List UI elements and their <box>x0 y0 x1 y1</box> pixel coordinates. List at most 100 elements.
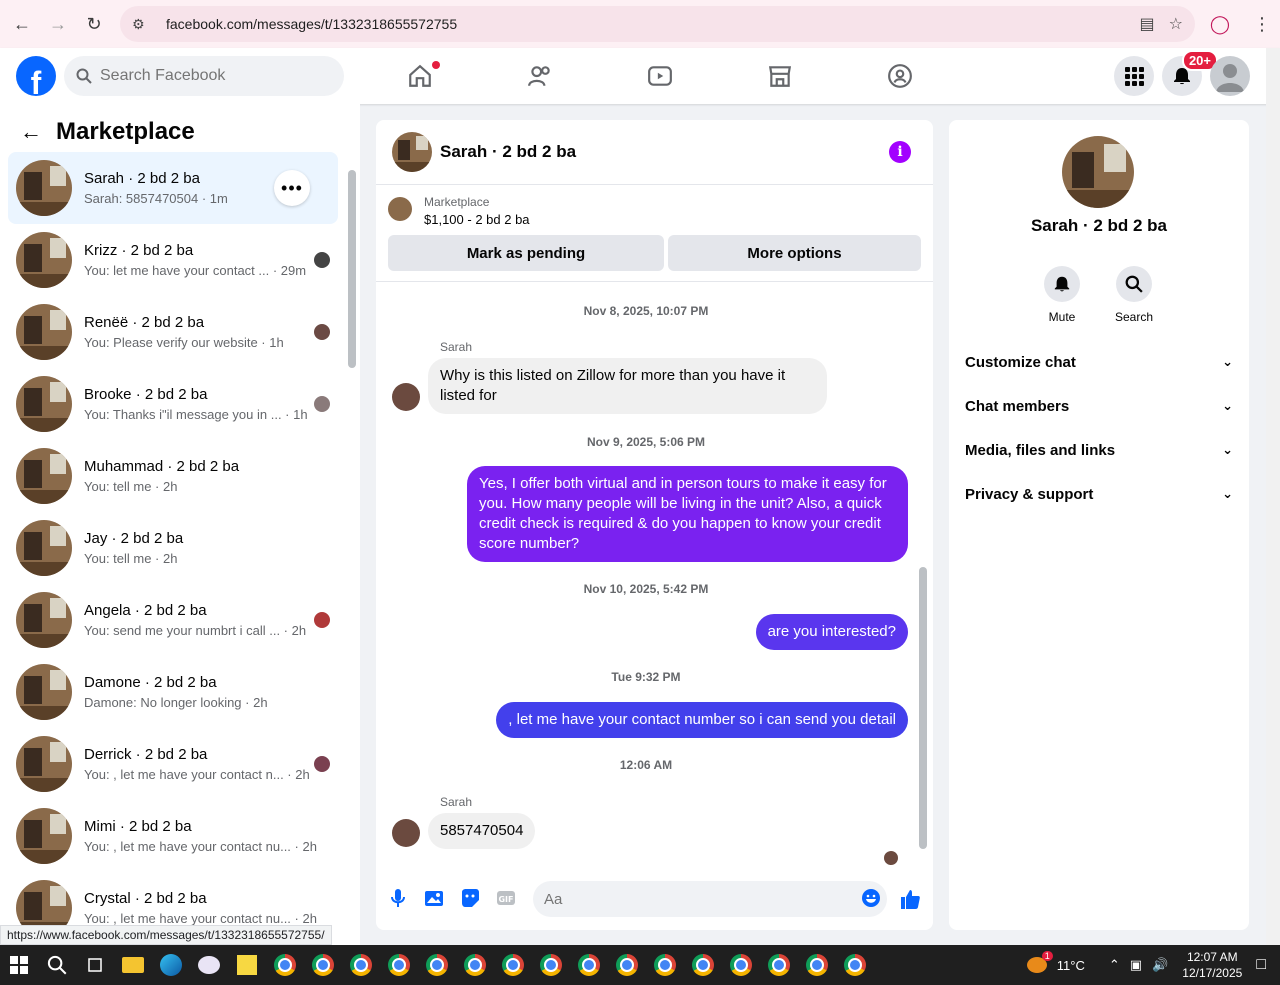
sticker-icon[interactable] <box>460 888 480 908</box>
message-thread: Nov 8, 2025, 10:07 PM Sarah Why is this … <box>376 283 933 865</box>
search-icon[interactable] <box>38 945 76 985</box>
outgoing-message[interactable]: Yes, I offer both virtual and in person … <box>467 466 908 562</box>
grid-icon <box>1125 67 1144 86</box>
reload-icon[interactable]: ↻ <box>76 6 112 42</box>
privacy-support-section[interactable]: Privacy & support ⌄ <box>965 472 1233 516</box>
paint-app-icon[interactable] <box>190 945 228 985</box>
tab-video[interactable] <box>600 48 720 104</box>
chrome-icon[interactable] <box>760 945 798 985</box>
chevron-up-icon[interactable]: ⌃ <box>1109 957 1120 973</box>
url-text[interactable]: facebook.com/messages/t/1332318655572755 <box>166 16 457 32</box>
outgoing-message[interactable]: , let me have your contact number so i c… <box>496 702 908 738</box>
facebook-logo[interactable]: f <box>16 56 56 96</box>
sender-avatar[interactable] <box>392 819 420 847</box>
task-view-icon[interactable] <box>76 945 114 985</box>
browser-toolbar: ← → ↻ ⚙ facebook.com/messages/t/13323186… <box>0 0 1280 48</box>
listing-thumbnail-large[interactable] <box>1062 136 1134 208</box>
tab-home[interactable] <box>360 48 480 104</box>
profile-icon[interactable]: ◯ <box>1202 6 1238 42</box>
mute-action[interactable]: Mute <box>1032 266 1092 324</box>
forward-icon[interactable]: → <box>40 6 76 42</box>
sender-avatar[interactable] <box>392 383 420 411</box>
notifications-button[interactable]: 20+ <box>1162 50 1218 96</box>
temperature[interactable]: 11°C <box>1057 958 1085 973</box>
outgoing-message[interactable]: are you interested? <box>755 614 908 650</box>
customize-chat-section[interactable]: Customize chat ⌄ <box>965 340 1233 384</box>
chrome-icon[interactable] <box>608 945 646 985</box>
menu-grid-button[interactable] <box>1114 56 1154 96</box>
chrome-icon[interactable] <box>456 945 494 985</box>
bookmark-star-icon[interactable]: ☆ <box>1169 14 1183 34</box>
media-files-section[interactable]: Media, files and links ⌄ <box>965 428 1233 472</box>
conversation-item[interactable]: Mimi · 2 bd 2 ba You: , let me have your … <box>8 800 338 872</box>
like-thumb-icon[interactable] <box>899 888 921 910</box>
listing-thumbnail <box>16 736 72 792</box>
conversation-item[interactable]: Jay · 2 bd 2 ba You: tell me · 2h <box>8 512 338 584</box>
chrome-icon[interactable] <box>570 945 608 985</box>
chat-header[interactable]: Sarah · 2 bd 2 ba i <box>376 120 933 185</box>
chrome-icon[interactable] <box>684 945 722 985</box>
info-icon[interactable]: i <box>889 141 911 163</box>
tab-friends[interactable] <box>480 48 600 104</box>
back-icon[interactable]: ← <box>4 6 40 42</box>
clock[interactable]: 12:07 AM 12/17/2025 <box>1182 949 1242 981</box>
chrome-icon[interactable] <box>722 945 760 985</box>
mark-pending-button[interactable]: Mark as pending <box>388 235 664 271</box>
account-avatar[interactable] <box>1210 56 1250 96</box>
volume-icon[interactable]: 🔊 <box>1152 957 1168 973</box>
network-icon[interactable]: ▣ <box>1130 957 1142 973</box>
search-bar[interactable] <box>64 56 344 96</box>
chat-scrollbar[interactable] <box>917 285 929 865</box>
conversation-item[interactable]: Brooke · 2 bd 2 ba You: Thanks i"il messa… <box>8 368 338 440</box>
page-scrollbar[interactable] <box>1266 48 1280 945</box>
listing-thumbnail <box>16 808 72 864</box>
sticky-notes-icon[interactable] <box>228 945 266 985</box>
tab-groups[interactable] <box>840 48 960 104</box>
chrome-icon[interactable] <box>380 945 418 985</box>
windows-start-icon[interactable] <box>0 945 38 985</box>
chrome-icon[interactable] <box>646 945 684 985</box>
more-options-icon[interactable]: ••• <box>274 170 310 206</box>
conversation-item[interactable]: Damone · 2 bd 2 ba Damone: No longer look… <box>8 656 338 728</box>
incoming-message[interactable]: Why is this listed on Zillow for more th… <box>428 358 827 414</box>
conversation-item[interactable]: Muhammad · 2 bd 2 ba You: tell me · 2h <box>8 440 338 512</box>
incoming-message[interactable]: 5857470504 <box>428 813 536 849</box>
tab-marketplace[interactable] <box>720 48 840 104</box>
message-input[interactable] <box>533 881 887 917</box>
chrome-icon[interactable] <box>418 945 456 985</box>
chrome-icon[interactable] <box>304 945 342 985</box>
edge-browser-icon[interactable] <box>152 945 190 985</box>
more-options-button[interactable]: More options <box>668 235 921 271</box>
listing-price[interactable]: $1,100 - 2 bd 2 ba <box>424 212 530 227</box>
search-action[interactable]: Search <box>1104 266 1164 324</box>
gif-icon[interactable]: GIF <box>496 888 516 908</box>
file-explorer-icon[interactable] <box>114 945 152 985</box>
conversation-item[interactable]: Sarah · 2 bd 2 ba Sarah: 5857470504 · 1m … <box>8 152 338 224</box>
sidebar-scrollbar[interactable] <box>346 160 356 940</box>
conversation-item[interactable]: Angela · 2 bd 2 ba You: send me your numb… <box>8 584 338 656</box>
conversation-item[interactable]: Derrick · 2 bd 2 ba You: , let me have yo… <box>8 728 338 800</box>
groups-icon <box>888 64 912 88</box>
chrome-icon[interactable] <box>266 945 304 985</box>
conversation-item[interactable]: Krizz · 2 bd 2 ba You: let me have your c… <box>8 224 338 296</box>
address-bar[interactable]: ⚙ facebook.com/messages/t/13323186555727… <box>120 6 1195 42</box>
weather-icon[interactable]: 1 <box>1026 951 1053 977</box>
chrome-icon[interactable] <box>798 945 836 985</box>
sender-name: Sarah <box>440 795 473 809</box>
photo-icon[interactable] <box>424 888 444 908</box>
chrome-icon[interactable] <box>532 945 570 985</box>
emoji-icon[interactable] <box>861 888 881 908</box>
conversation-item[interactable]: Renëë · 2 bd 2 ba You: Please verify our … <box>8 296 338 368</box>
conversation-preview: You: Thanks i"il message you in ... · 1h <box>84 407 308 422</box>
install-app-icon[interactable]: ▤ <box>1140 14 1155 34</box>
chrome-icon[interactable] <box>836 945 874 985</box>
search-input[interactable] <box>100 67 320 85</box>
microphone-icon[interactable] <box>388 888 408 908</box>
back-arrow-icon[interactable]: ← <box>20 119 42 145</box>
chat-members-section[interactable]: Chat members ⌄ <box>965 384 1233 428</box>
chrome-icon[interactable] <box>342 945 380 985</box>
notification-center-icon[interactable]: □ <box>1256 956 1266 974</box>
browser-menu-icon[interactable]: ⋮ <box>1244 6 1280 42</box>
chrome-icon[interactable] <box>494 945 532 985</box>
site-settings-icon[interactable]: ⚙ <box>132 16 152 33</box>
